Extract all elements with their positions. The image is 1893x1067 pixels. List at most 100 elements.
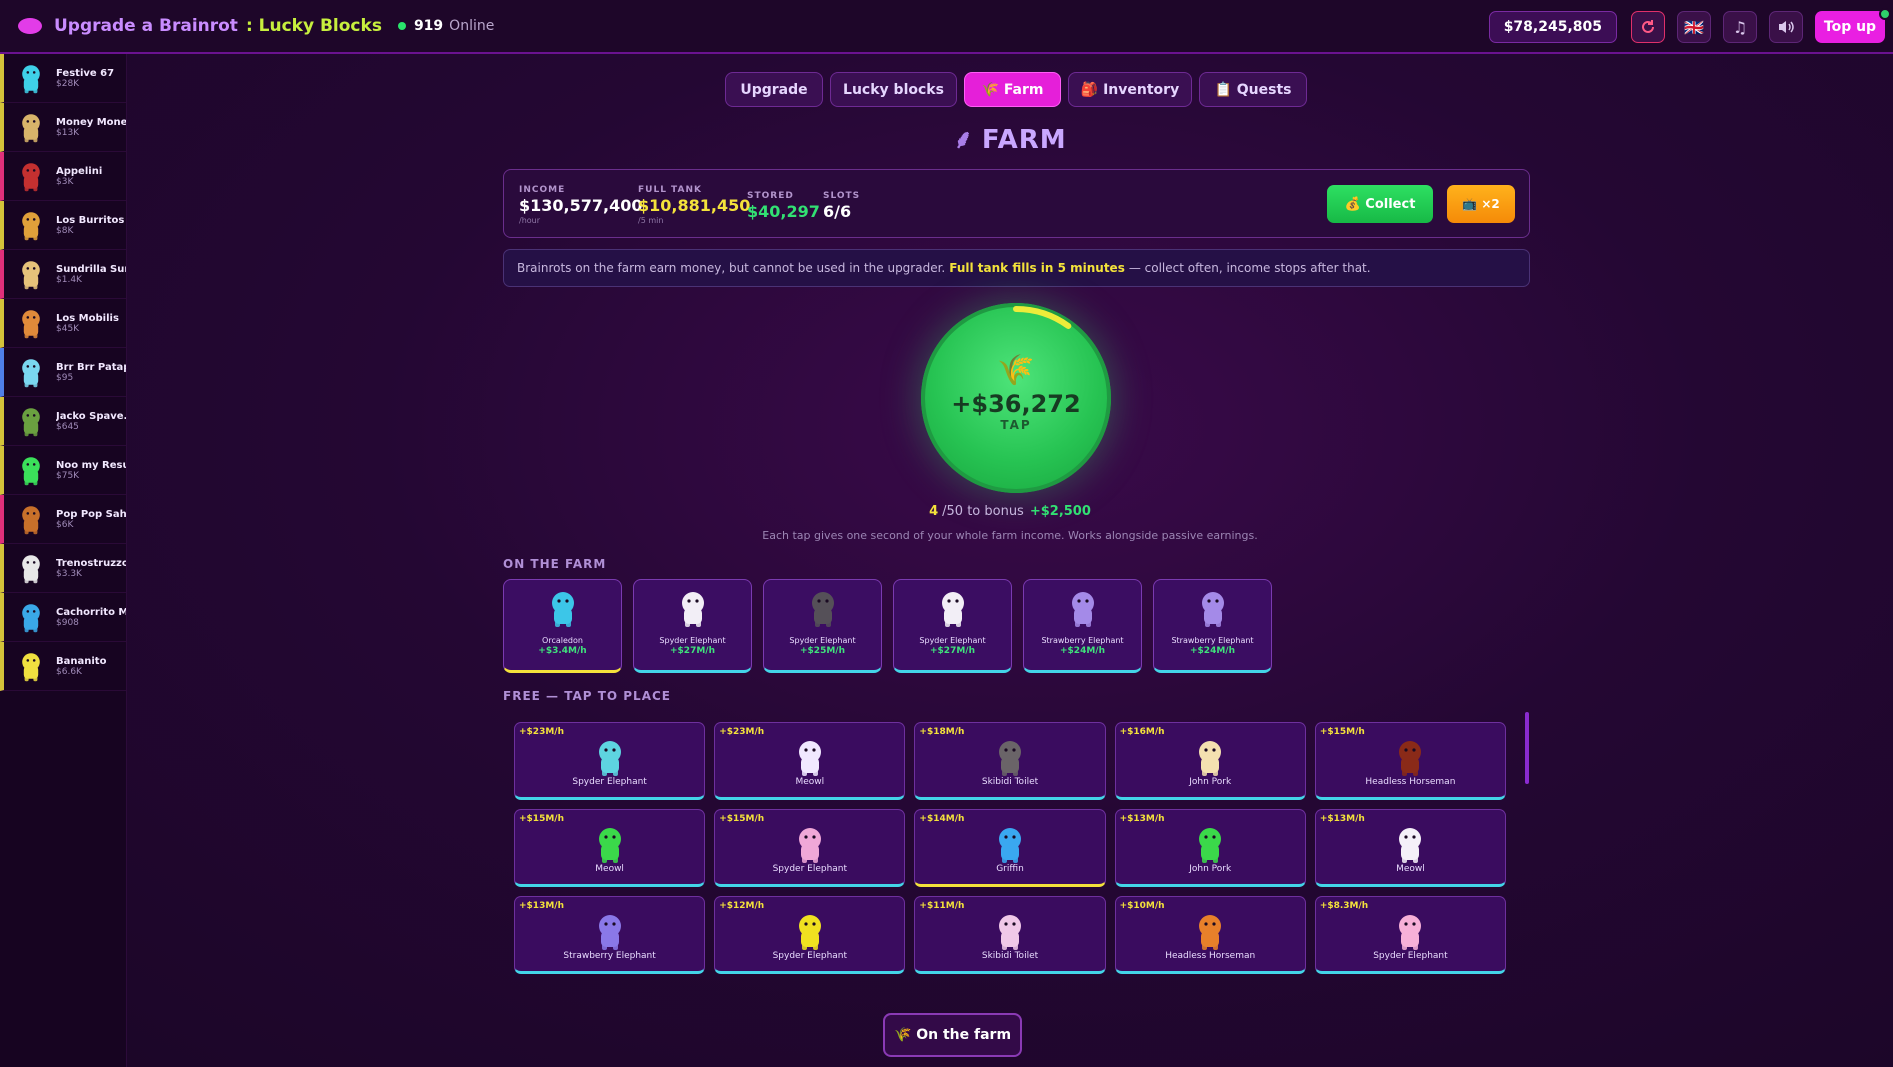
sidebar-item[interactable]: Jacko Spave...$645 [0,397,126,446]
farm-slot-income: +$27M/h [670,646,715,656]
farm-slot-card[interactable]: Strawberry Elephant +$24M/h [1153,579,1272,673]
free-card-name: Skibidi Toilet [981,951,1039,961]
music-button[interactable]: ♫ [1723,11,1757,43]
sidebar-item[interactable]: Brr Brr Patap...$95 [0,348,126,397]
on-the-farm-button[interactable]: 🌾 On the farm [883,1013,1022,1057]
refresh-icon [1642,20,1654,33]
free-card-rate: +$14M/h [919,814,965,824]
free-brainrot-card[interactable]: +$16M/h John Pork [1114,722,1306,800]
language-button[interactable]: 🇬🇧 [1677,11,1711,43]
sidebar-item-name: Appelini [56,165,103,177]
free-card-rate: +$10M/h [1119,901,1165,911]
balance-display: $78,245,805 [1488,11,1617,43]
free-card-name: Spyder Elephant [772,864,848,874]
sidebar-item[interactable]: Trenostruzzo...$3.3K [0,544,126,593]
brainrot-avatar-icon [14,355,48,389]
free-card-name: Spyder Elephant [1373,951,1448,961]
sidebar-item-name: Los Burritos [56,214,125,226]
free-brainrot-card[interactable]: +$13M/h Meowl [1314,809,1507,887]
page-title-text: FARM [981,125,1067,155]
brainrot-avatar-icon [990,824,1030,864]
free-brainrot-card[interactable]: +$15M/h Headless Horseman [1314,722,1507,800]
farm-slot-card[interactable]: Strawberry Elephant +$24M/h [1023,579,1142,673]
sidebar-item-price: $95 [56,372,74,383]
free-brainrot-card[interactable]: +$13M/h John Pork [1114,809,1306,887]
brainrot-avatar-icon [14,159,48,193]
free-brainrot-card[interactable]: +$10M/h Headless Horseman [1114,896,1306,974]
tab-lucky-blocks[interactable]: Lucky blocks [830,72,957,107]
free-card-name: Headless Horseman [1365,777,1456,787]
tab-quests[interactable]: 📋 Quests [1199,72,1307,107]
tap-progress-ring [924,306,1108,490]
full-tank-label: FULL TANK [638,185,702,195]
farm-slot-income: +$24M/h [1190,646,1235,656]
income-label: INCOME [519,185,566,195]
tab-inventory[interactable]: 🎒 Inventory [1068,72,1192,107]
brainrot-avatar-icon [1390,824,1430,864]
free-brainrot-card[interactable]: +$23M/h Spyder Elephant [514,722,706,800]
free-brainrot-card[interactable]: +$8.3M/h Spyder Elephant [1314,896,1507,974]
farm-slot-income: +$27M/h [930,646,975,656]
farm-slot-card[interactable]: Spyder Elephant +$25M/h [763,579,882,673]
brainrot-avatar-icon [1191,586,1235,630]
free-brainrot-card[interactable]: +$15M/h Spyder Elephant [714,809,906,887]
brainrot-avatar-icon [14,61,48,95]
sidebar-item-price: $6.6K [56,666,82,677]
sidebar-item[interactable]: Festive 67 $28K [0,54,126,103]
brainrot-avatar-icon [14,649,48,683]
sidebar-item[interactable]: Los Burritos $8K [0,201,126,250]
sidebar-item-name: Cachorrito M... [56,606,126,618]
sidebar-item-name: Noo my Resu... [56,459,126,471]
farm-slot-card[interactable]: Orcaledon +$3.4M/h [503,579,622,673]
sidebar-item[interactable]: Noo my Resu...$75K [0,446,126,495]
full-tank-value: $10,881,450 [638,196,751,215]
free-brainrot-card[interactable]: +$23M/h Meowl [714,722,906,800]
farm-slot-card[interactable]: Spyder Elephant +$27M/h [633,579,752,673]
tab-farm-label: Farm [1003,81,1044,98]
free-brainrot-card[interactable]: +$14M/h Griffin [914,809,1106,887]
farm-slot-card[interactable]: Spyder Elephant +$27M/h [893,579,1012,673]
brainrot-avatar-icon [14,306,48,340]
sidebar-item-price: $908 [56,617,79,628]
collect-button[interactable]: 💰 Collect [1327,185,1433,223]
tap-button[interactable]: 🌾 +$36,272 TAP [921,303,1111,493]
free-brainrot-card[interactable]: +$18M/h Skibidi Toilet [914,722,1106,800]
free-card-name: Meowl [795,777,825,787]
brainrot-avatar-icon [1390,737,1430,777]
free-grid-scrollbar[interactable] [1525,712,1529,784]
top-up-button[interactable]: Top up [1815,8,1891,43]
refresh-button[interactable] [1631,11,1665,43]
sidebar-item[interactable]: Sundrilla Sun...$1.4K [0,250,126,299]
farm-slot-income: +$25M/h [800,646,845,656]
income-unit: /hour [519,216,541,225]
sidebar-item[interactable]: Cachorrito M...$908 [0,593,126,642]
free-card-rate: +$18M/h [919,727,965,737]
free-brainrot-card[interactable]: +$12M/h Spyder Elephant [714,896,906,974]
page-title: ⸙ FARM [0,120,1893,156]
free-grid-row: +$23M/h Spyder Elephant +$23M/h Meowl +$18M/… [514,722,1515,800]
brainrot-avatar-icon [14,453,48,487]
brainrot-avatar-icon [1061,586,1105,630]
free-brainrot-card[interactable]: +$13M/h Strawberry Elephant [514,896,706,974]
sidebar-item[interactable]: Los Mobilis $45K [0,299,126,348]
main-tabs: Upgrade Lucky blocks 🌾 Farm 🎒 Inventory … [725,72,1314,107]
brainrot-avatar-icon [14,551,48,585]
online-label: Online [449,18,495,34]
brainrot-avatar-icon [14,208,48,242]
tab-farm[interactable]: 🌾 Farm [964,72,1061,107]
on-farm-list: Orcaledon +$3.4M/h Spyder Elephant +$27M/h S… [503,579,1283,673]
tab-upgrade[interactable]: Upgrade [725,72,823,107]
double-income-button[interactable]: 📺 ×2 [1447,185,1515,223]
free-brainrot-card[interactable]: +$11M/h Skibidi Toilet [914,896,1106,974]
tap-note: Each tap gives one second of your whole … [762,529,1258,542]
sidebar-item[interactable]: Appelini $3K [0,152,126,201]
brainrot-avatar-icon [14,257,48,291]
sidebar-item-price: $6K [56,519,74,530]
sidebar: Festive 67$28KMoney Mone...$13KAppelini$… [0,54,127,1067]
free-brainrot-card[interactable]: +$15M/h Meowl [514,809,706,887]
brainrot-avatar-icon [590,911,630,951]
brand[interactable]: Upgrade a Brainrot : Lucky Blocks [18,16,382,36]
sound-button[interactable] [1769,11,1803,43]
sidebar-item-price: $28K [56,78,80,89]
sidebar-item[interactable]: Bananito $6.6K [0,642,126,691]
